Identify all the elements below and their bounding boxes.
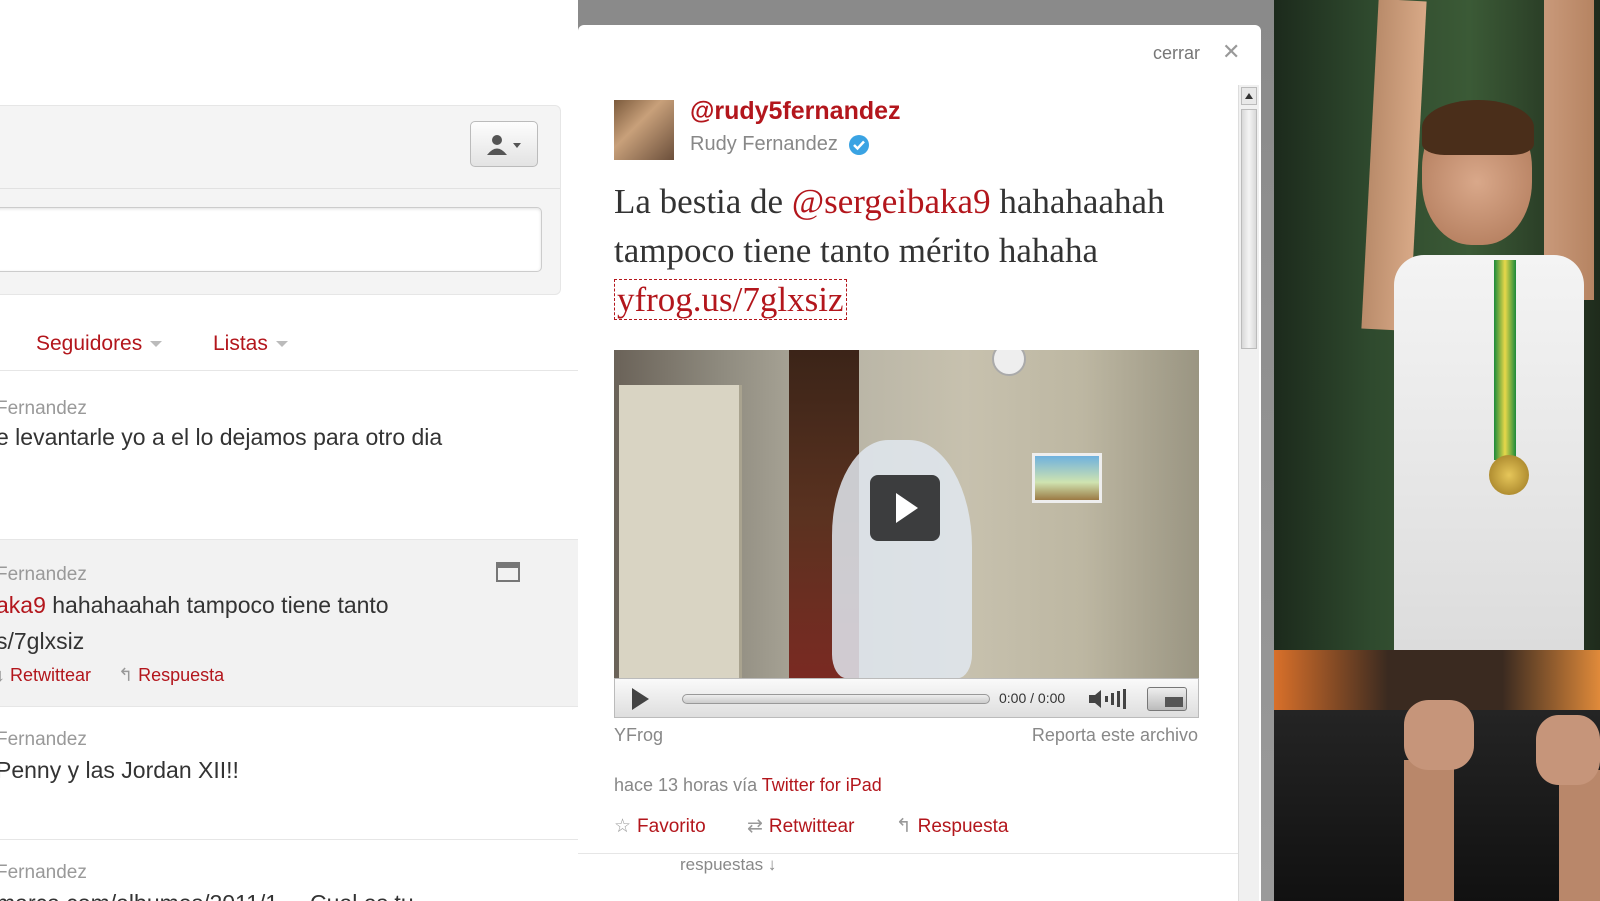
fullscreen-icon[interactable] bbox=[1147, 687, 1187, 711]
tweet-body: La bestia de @sergeibaka9 hahahaahah tam… bbox=[614, 177, 1214, 324]
tab-label: Listas bbox=[213, 332, 268, 355]
retweet-icon: ⇄ bbox=[746, 816, 763, 837]
tweet-mention[interactable]: aka9 bbox=[0, 592, 46, 618]
user-handle[interactable]: @rudy5fernandez bbox=[690, 97, 901, 126]
tweet-author: Fernandez bbox=[0, 398, 87, 419]
tweet-author: Fernandez bbox=[0, 729, 87, 750]
retweet-label: Retwittear bbox=[10, 665, 92, 685]
photo-forearm bbox=[1404, 760, 1454, 901]
video-frame-clock bbox=[992, 350, 1026, 376]
tweet-body-text: La bestia de bbox=[614, 182, 792, 221]
reply-button[interactable]: ↰ Respuesta bbox=[118, 665, 224, 686]
retweet-button[interactable]: ↓ Retwittear bbox=[0, 665, 91, 686]
tweet-mention[interactable]: @sergeibaka9 bbox=[792, 182, 991, 221]
photo-shirt bbox=[1394, 255, 1584, 650]
favorite-button[interactable]: ☆ Favorito bbox=[614, 816, 724, 837]
video-time: 0:00 / 0:00 bbox=[999, 690, 1066, 706]
tweet-meta: hace 13 horas vía Twitter for iPad bbox=[614, 775, 882, 796]
modal-scrollbar[interactable] bbox=[1238, 85, 1259, 901]
tweet-text: aka9 hahahaahah tampoco tiene tanto bbox=[0, 592, 389, 619]
compose-tweet-input[interactable] bbox=[0, 207, 542, 272]
fullname-text: Rudy Fernandez bbox=[690, 133, 838, 155]
tweet-text: e levantarle yo a el lo dejamos para otr… bbox=[0, 424, 443, 450]
close-button[interactable]: cerrar bbox=[1153, 43, 1200, 64]
close-icon[interactable]: ✕ bbox=[1222, 39, 1240, 65]
user-fullname: Rudy Fernandez bbox=[690, 133, 870, 156]
photo-forearm bbox=[1559, 770, 1600, 901]
timeline-tweet[interactable]: Fernandez marca.com/albumes/2011/1 ... C… bbox=[0, 840, 578, 901]
reply-label: Respuesta bbox=[917, 816, 1009, 837]
report-file-link[interactable]: Reporta este archivo bbox=[1032, 725, 1198, 746]
tweet-link[interactable]: yfrog.us/7glxsiz bbox=[614, 279, 847, 320]
reply-button[interactable]: ↰ Respuesta bbox=[896, 816, 1027, 837]
tweet-actions: ☆ Favorito ⇄ Retwittear ↰ Respuesta bbox=[614, 815, 1044, 838]
caret-down-icon bbox=[275, 341, 288, 348]
profile-box bbox=[0, 105, 561, 295]
user-icon bbox=[487, 135, 521, 155]
photo-hair bbox=[1422, 100, 1534, 155]
photo-medal bbox=[1489, 455, 1529, 495]
reply-icon: ↰ bbox=[895, 816, 912, 837]
play-icon[interactable] bbox=[632, 688, 649, 710]
scroll-thumb[interactable] bbox=[1241, 109, 1257, 349]
photo-fist bbox=[1404, 700, 1474, 770]
tweet-link[interactable]: s/7glxsiz bbox=[0, 628, 84, 655]
retweet-button[interactable]: ⇄ Retwittear bbox=[747, 816, 872, 837]
tweet-author: Fernandez bbox=[0, 564, 87, 585]
tweet-time: hace 13 horas vía bbox=[614, 775, 762, 795]
video-controls: 0:00 / 0:00 bbox=[614, 678, 1199, 718]
retweet-icon: ↓ bbox=[0, 665, 5, 685]
avatar[interactable] bbox=[614, 100, 674, 160]
play-overlay-icon[interactable] bbox=[870, 475, 940, 541]
tweet-author: Fernandez bbox=[0, 862, 87, 883]
retweet-label: Retwittear bbox=[768, 816, 855, 837]
video-frame-picture bbox=[1032, 453, 1102, 503]
reply-icon: ↰ bbox=[118, 665, 139, 685]
media-source[interactable]: YFrog bbox=[614, 725, 663, 746]
tweet-text: marca.com/albumes/2011/1 ... Cual es tu bbox=[0, 890, 414, 901]
client-link[interactable]: Twitter for iPad bbox=[762, 775, 882, 795]
caret-down-icon bbox=[150, 341, 163, 348]
verified-badge-icon bbox=[848, 134, 869, 155]
star-icon: ☆ bbox=[614, 816, 632, 837]
replies-toggle[interactable]: respuestas ↓ bbox=[680, 855, 776, 875]
photo-ribbon bbox=[1494, 260, 1516, 460]
favorite-label: Favorito bbox=[637, 816, 706, 837]
tweet-text-body: hahahaahah tampoco tiene tanto bbox=[45, 592, 389, 618]
video-frame-door bbox=[619, 385, 742, 678]
progress-bar[interactable] bbox=[682, 694, 990, 704]
timeline-column: Seguidores Listas Fernandez e levantarle… bbox=[0, 0, 578, 901]
divider bbox=[0, 188, 560, 189]
divider bbox=[578, 853, 1238, 854]
timeline-tweet[interactable]: Fernandez aka9 hahahaahah tampoco tiene … bbox=[0, 540, 578, 707]
tab-listas[interactable]: Listas bbox=[213, 332, 288, 356]
tab-seguidores[interactable]: Seguidores bbox=[36, 332, 163, 356]
tweet-detail-modal: cerrar ✕ @rudy5fernandez Rudy Fernandez … bbox=[578, 25, 1261, 901]
tweet-text: Penny y las Jordan XII!! bbox=[0, 757, 239, 783]
timeline-tweet[interactable]: Fernandez Penny y las Jordan XII!! bbox=[0, 707, 578, 840]
reply-label: Respuesta bbox=[138, 665, 225, 685]
expand-icon[interactable] bbox=[496, 562, 520, 582]
scroll-up-arrow[interactable] bbox=[1241, 87, 1257, 105]
background-photo bbox=[1274, 0, 1600, 901]
video-player[interactable] bbox=[614, 350, 1199, 678]
user-menu-button[interactable] bbox=[470, 121, 538, 167]
tab-label: Seguidores bbox=[36, 332, 143, 355]
timeline-tweet[interactable]: Fernandez e levantarle yo a el lo dejamo… bbox=[0, 371, 578, 540]
photo-fist bbox=[1536, 715, 1600, 785]
volume-icon[interactable] bbox=[1087, 688, 1131, 710]
profile-tabs: Seguidores Listas bbox=[0, 318, 578, 371]
